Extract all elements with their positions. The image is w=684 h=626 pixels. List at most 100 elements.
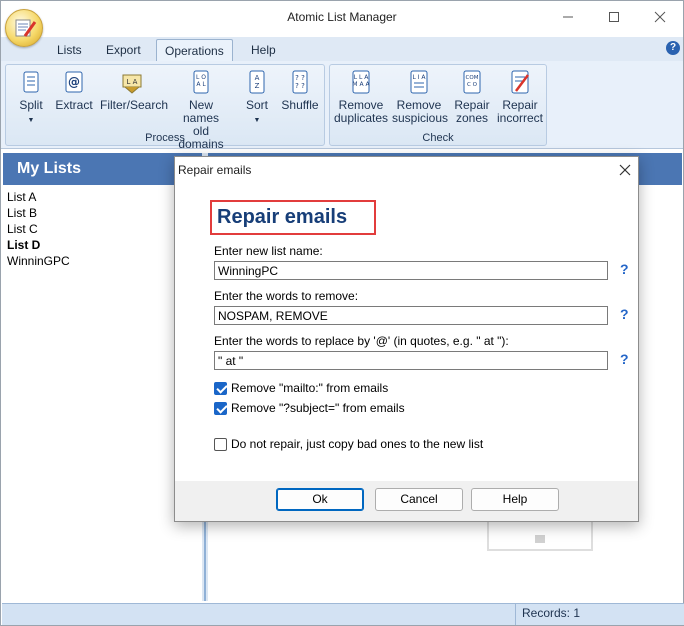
- filter-icon: L A: [122, 74, 142, 94]
- sort-label: Sort: [245, 98, 268, 112]
- watermark-dot: [535, 535, 545, 543]
- mailto-checkbox[interactable]: Remove "mailto:" from emails: [214, 380, 388, 396]
- repair-zones-label-1: Repair: [454, 98, 490, 112]
- copy-only-checkbox-label: Do not repair, just copy bad ones to the…: [231, 437, 484, 451]
- splitter-handle[interactable]: [204, 521, 206, 601]
- app-window: Atomic List Manager Lists Export Operati…: [0, 0, 684, 626]
- svg-text:L I A: L I A: [412, 74, 426, 81]
- records-count: Records: 1: [515, 603, 683, 625]
- repair-incorrect-button[interactable]: Repair incorrect: [496, 69, 544, 125]
- split-button[interactable]: Split ▼: [12, 69, 50, 127]
- list-name-label: Enter new list name:: [214, 244, 323, 258]
- remove-suspicious-label-1: Remove: [396, 98, 442, 112]
- list-item-selected[interactable]: List D: [7, 237, 197, 253]
- words-remove-input[interactable]: [214, 306, 608, 325]
- tab-operations[interactable]: Operations: [156, 39, 233, 61]
- scroll-icon: [23, 71, 39, 93]
- remove-duplicates-label-2: duplicates: [334, 111, 389, 125]
- filter-search-button[interactable]: L A Filter/Search: [100, 69, 168, 112]
- list-item[interactable]: WinninGPC: [7, 253, 197, 269]
- svg-text:M A A: M A A: [352, 81, 370, 88]
- repair-zones-button[interactable]: COM C O Repair zones: [450, 69, 494, 125]
- wrench-list-icon: [511, 70, 529, 94]
- close-icon: [654, 11, 666, 23]
- ribbon: Split ▼ @ Extract L A Filter/Search L OA…: [1, 61, 683, 151]
- close-button[interactable]: [637, 1, 683, 33]
- minimize-button[interactable]: [545, 1, 591, 33]
- svg-text:Z: Z: [255, 82, 260, 90]
- close-icon: [619, 164, 631, 176]
- checkbox-checked-icon[interactable]: [214, 381, 227, 395]
- svg-text:L A: L A: [127, 78, 138, 86]
- maximize-button[interactable]: [591, 1, 637, 33]
- repair-incorrect-label-2: incorrect: [496, 111, 543, 125]
- repair-emails-dialog: Repair emails Repair emails Enter new li…: [174, 156, 639, 522]
- list-item[interactable]: List B: [7, 205, 197, 221]
- group-label-process: Process: [145, 132, 185, 144]
- repair-incorrect-label-1: Repair: [502, 98, 538, 112]
- checkbox-checked-icon[interactable]: [214, 401, 227, 415]
- svg-text:A: A: [255, 74, 260, 82]
- list-item[interactable]: List A: [7, 189, 197, 205]
- subject-checkbox-label: Remove "?subject=" from emails: [231, 401, 405, 415]
- duplicates-icon: L L AM A A: [352, 70, 370, 94]
- dropdown-arrow-icon: ▼: [253, 117, 261, 124]
- extract-label: Extract: [55, 98, 93, 112]
- svg-text:L O: L O: [196, 74, 206, 81]
- shuffle-icon: ? ?? ?: [292, 70, 308, 94]
- dialog-close-button[interactable]: [615, 160, 635, 181]
- cancel-button[interactable]: Cancel: [375, 488, 463, 511]
- repair-zones-label-2: zones: [455, 111, 489, 125]
- group-label-check: Check: [422, 132, 454, 144]
- help-button[interactable]: Help: [471, 488, 559, 511]
- menu-bar: Lists Export Operations Help: [1, 37, 683, 61]
- dropdown-arrow-icon: ▼: [27, 117, 35, 124]
- words-remove-help-icon[interactable]: ?: [620, 306, 629, 322]
- remove-duplicates-button[interactable]: L L AM A A Remove duplicates: [334, 69, 388, 125]
- list-item[interactable]: List C: [7, 221, 197, 237]
- split-label: Split: [19, 98, 43, 112]
- svg-text:COM: COM: [466, 75, 479, 81]
- words-remove-label: Enter the words to remove:: [214, 289, 359, 303]
- sort-az-icon: AZ: [249, 70, 265, 94]
- dialog-body: Repair emails Enter new list name: ? Ent…: [175, 183, 638, 481]
- dialog-heading: Repair emails: [217, 206, 348, 228]
- remove-suspicious-label-2: suspicious: [392, 111, 449, 125]
- sort-button[interactable]: AZ Sort ▼: [238, 69, 276, 127]
- ok-button[interactable]: Ok: [276, 488, 364, 511]
- new-names-label-1: New names: [182, 98, 220, 125]
- extract-button[interactable]: @ Extract: [54, 69, 94, 112]
- checkbox-unchecked-icon[interactable]: [214, 437, 227, 451]
- ribbon-group-check: L L AM A A Remove duplicates L I A Remov…: [329, 64, 547, 146]
- tab-export[interactable]: Export: [98, 39, 149, 61]
- maximize-icon: [609, 12, 619, 22]
- lists-list: List A List B List C List D WinninGPC: [7, 189, 197, 269]
- words-replace-label: Enter the words to replace by '@' (in qu…: [214, 334, 509, 348]
- dialog-title: Repair emails: [178, 163, 252, 177]
- app-menu-button[interactable]: [5, 9, 43, 47]
- copy-only-checkbox[interactable]: Do not repair, just copy bad ones to the…: [214, 436, 483, 452]
- tab-help[interactable]: Help: [243, 39, 284, 61]
- shuffle-label: Shuffle: [281, 98, 319, 112]
- my-lists-header: My Lists: [3, 153, 202, 185]
- remove-suspicious-button[interactable]: L I A Remove suspicious: [392, 69, 449, 125]
- svg-text:C O: C O: [467, 82, 478, 88]
- minimize-icon: [563, 16, 573, 18]
- tab-lists[interactable]: Lists: [49, 39, 90, 61]
- words-replace-help-icon[interactable]: ?: [620, 351, 629, 367]
- ribbon-group-process: Split ▼ @ Extract L A Filter/Search L OA…: [5, 64, 325, 151]
- suspicious-icon: L I A: [410, 70, 428, 94]
- svg-text:L L A: L L A: [354, 74, 370, 81]
- words-replace-input[interactable]: [214, 351, 608, 370]
- svg-text:@: @: [68, 75, 80, 89]
- mailto-checkbox-label: Remove "mailto:" from emails: [231, 381, 389, 395]
- list-letters-icon: L OA L: [193, 70, 209, 94]
- list-name-help-icon[interactable]: ?: [620, 261, 629, 277]
- at-sign-icon: @: [65, 71, 83, 93]
- svg-text:A L: A L: [196, 81, 206, 88]
- subject-checkbox[interactable]: Remove "?subject=" from emails: [214, 400, 405, 416]
- remove-duplicates-label-1: Remove: [338, 98, 384, 112]
- list-name-input[interactable]: [214, 261, 608, 280]
- help-icon[interactable]: ?: [666, 41, 680, 55]
- shuffle-button[interactable]: ? ?? ? Shuffle: [280, 69, 320, 112]
